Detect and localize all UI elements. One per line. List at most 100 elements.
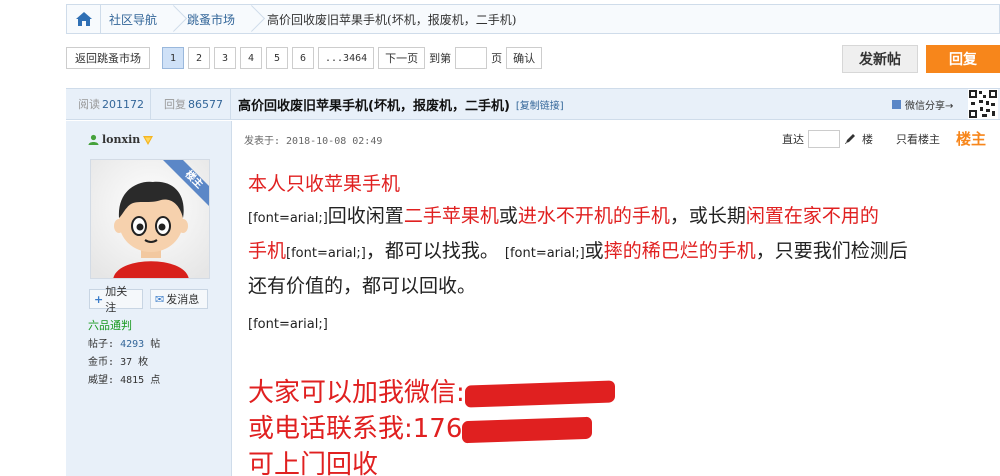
copy-link-button[interactable]: [复制链接] [516, 97, 564, 112]
prestige-label: 威望: [88, 375, 115, 386]
author-name-text: lonxin [102, 133, 141, 146]
pen-icon[interactable] [844, 133, 856, 145]
goto-suffix: 页 [491, 52, 503, 65]
page-3-button[interactable]: 3 [214, 47, 236, 69]
content-phone-line: 或电话联系我:176 [248, 411, 993, 447]
breadcrumb-separator [245, 5, 257, 33]
page-5-button[interactable]: 5 [266, 47, 288, 69]
content-text: 或 [498, 205, 518, 227]
post-timestamp: 发表于: 2018-10-08 02:49 [244, 136, 383, 147]
avatar[interactable]: 楼主 [90, 159, 210, 279]
content-text: 或 [584, 240, 604, 262]
content-text-red: 手机 [248, 240, 287, 262]
forum-page: 社区导航 跳蚤市场 高价回收废旧苹果手机(坏机，报废机，二手机) 返回跳蚤市场 … [0, 0, 1000, 476]
redaction-mark [462, 416, 593, 443]
content-text-red: 或电话联系我:176 [248, 414, 463, 444]
floor-label: 楼 [862, 133, 873, 146]
content-wechat-line: 大家可以加我微信: [248, 375, 993, 411]
views-count: 201172 [102, 97, 144, 111]
page-4-button[interactable]: 4 [240, 47, 262, 69]
page-1-button[interactable]: 1 [162, 47, 184, 69]
wechat-icon [892, 99, 901, 109]
prestige-unit: 点 [150, 375, 161, 386]
home-icon[interactable] [67, 5, 101, 33]
content-line-1: 本人只收苹果手机 [248, 168, 993, 200]
coins-label: 金币: [88, 357, 115, 368]
goto-prefix: 到第 [429, 52, 452, 65]
new-post-button[interactable]: 发新帖 [842, 45, 918, 73]
content-text: ，或长期 [669, 205, 746, 227]
prestige-row: 威望: 4815 点 [88, 371, 160, 386]
content-text-red: 大家可以加我微信: [248, 378, 465, 408]
plus-icon: + [94, 292, 104, 306]
page-2-button[interactable]: 2 [188, 47, 210, 69]
follow-label: 加关注 [105, 285, 128, 314]
user-rank: 六品通判 [88, 319, 132, 332]
last-page-button[interactable]: ...3464 [318, 47, 375, 69]
goto-confirm-button[interactable]: 确认 [506, 47, 543, 69]
content-text-red: 可上门回收 [248, 450, 379, 476]
content-text-red: 进水不开机的手机 [517, 205, 670, 227]
breadcrumb-community-nav[interactable]: 社区导航 [101, 5, 167, 33]
replies-label: 回复 [164, 98, 186, 111]
thread-title-text: 高价回收废旧苹果手机(坏机，报废机，二手机) [238, 98, 510, 114]
content-text: 本人只收苹果手机 [248, 173, 401, 195]
font-tag: [font=arial;] [248, 211, 328, 226]
coins-row: 金币: 37 枚 [88, 353, 148, 368]
vip-badge-icon [143, 135, 154, 145]
op-floor-label: 楼主 [956, 130, 987, 148]
views-label: 阅读 [78, 98, 100, 111]
wechat-share-label: 微信分享→ [905, 100, 954, 112]
back-to-market-button[interactable]: 返回跳蚤市场 [66, 47, 150, 69]
coins-count: 37 [120, 357, 133, 368]
thread-title: 高价回收废旧苹果手机(坏机，报废机，二手机) [复制链接] [238, 89, 564, 119]
thread-header: 阅读 201172 回复 86577 高价回收废旧苹果手机(坏机，报废机，二手机… [66, 88, 1000, 120]
content-visit-line: 可上门回收 [248, 447, 993, 476]
follow-button[interactable]: + 加关注 [89, 285, 143, 314]
only-op-link[interactable]: 只看楼主 [896, 131, 940, 147]
prestige-count: 4815 [120, 375, 145, 386]
goto-page-input[interactable] [455, 47, 488, 69]
divider [150, 89, 151, 119]
coins-unit: 枚 [138, 357, 149, 368]
replies-stat: 回复 86577 [164, 89, 223, 119]
breadcrumb-flea-market[interactable]: 跳蚤市场 [179, 5, 245, 33]
post-content: 本人只收苹果手机 [font=arial;]回收闲置二手苹果机或进水不开机的手机… [248, 168, 993, 476]
replies-count: 86577 [188, 97, 223, 111]
posts-unit: 帖 [150, 339, 161, 350]
content-text-red: 闲置在家不用的 [745, 205, 879, 227]
breadcrumb: 社区导航 跳蚤市场 高价回收废旧苹果手机(坏机，报废机，二手机) [66, 4, 1000, 34]
views-stat: 阅读 201172 [78, 89, 144, 119]
jump-label: 直达 [782, 133, 804, 146]
content-text: 还有价值的，都可以回收。 [248, 275, 477, 297]
wechat-share-button[interactable]: 微信分享→ [892, 89, 953, 119]
font-tag: [font=arial;] [504, 246, 585, 261]
font-tag: [font=arial;] [248, 317, 328, 332]
font-tag: [font=arial;] [286, 246, 366, 261]
reply-button[interactable]: 回复 [926, 45, 1000, 73]
redaction-mark [464, 379, 615, 408]
content-line-3: 手机[font=arial;]，都可以找我。 [font=arial;]或摔的稀… [248, 235, 993, 270]
content-text: ，只要我们检测后 [755, 240, 908, 262]
author-panel: lonxin 楼主 + 加关注 ✉ 发消息 六品通判 帖子: 4293 帖 金币… [66, 121, 232, 476]
mail-icon: ✉ [155, 292, 165, 306]
content-line-2: [font=arial;]回收闲置二手苹果机或进水不开机的手机，或长期闲置在家不… [248, 200, 993, 235]
user-icon [88, 134, 99, 145]
posts-count-row: 帖子: 4293 帖 [88, 335, 160, 350]
page-6-button[interactable]: 6 [292, 47, 314, 69]
content-text-red: 摔的稀巴烂的手机 [603, 240, 756, 262]
content-text: 回收闲置 [327, 205, 404, 227]
qr-code-icon [968, 89, 998, 119]
content-text-red: 二手苹果机 [403, 205, 499, 227]
breadcrumb-separator [167, 5, 179, 33]
posts-label: 帖子: [88, 339, 115, 350]
author-name[interactable]: lonxin [88, 133, 154, 146]
next-page-button[interactable]: 下一页 [378, 47, 426, 69]
message-button[interactable]: ✉ 发消息 [150, 289, 208, 309]
floor-jump-input[interactable] [808, 130, 840, 148]
posts-count[interactable]: 4293 [120, 339, 144, 350]
message-label: 发消息 [166, 293, 200, 306]
content-line-4: 还有价值的，都可以回收。 [248, 270, 993, 302]
content-text: ，都可以找我。 [365, 240, 499, 262]
floor-jump: 直达 楼 [782, 130, 873, 148]
